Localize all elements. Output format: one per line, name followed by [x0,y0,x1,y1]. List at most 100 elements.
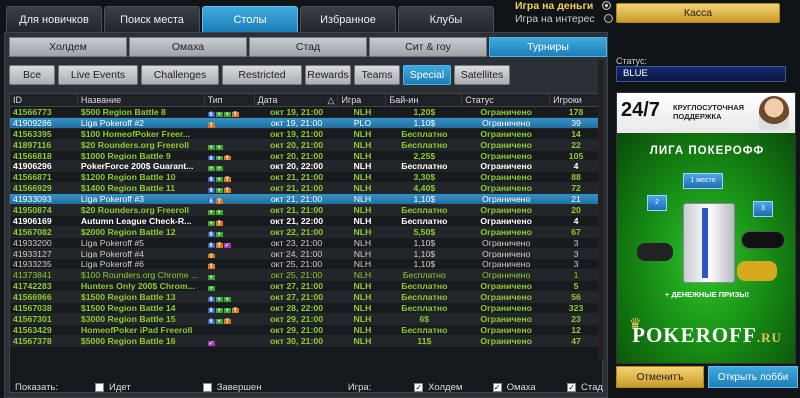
cell-date: окт 27, 21:00 [270,292,324,303]
table-row[interactable]: 41933093 Liga Pokeroff #3 6 Tокт 21, 21:00 N… [10,194,602,206]
cell-date: окт 23, 21:00 [270,237,323,248]
table-row[interactable]: 41567301 $3000 Region Battle 15 6 + Tокт 29,… [10,313,602,325]
cell-game: NLH [353,303,372,313]
filter-5[interactable]: Teams [354,65,400,85]
finished-checkbox[interactable] [202,382,212,392]
col-players[interactable]: Игроки [550,94,602,106]
game-tab-1[interactable]: Омаха [129,37,247,57]
top-tab-0[interactable]: Для новичков [6,6,102,32]
cell-name: $1400 Region Battle 11 [80,183,176,194]
omaha-checkbox[interactable]: ✓ [492,382,502,392]
filter-4[interactable]: Rewards [305,65,351,85]
cancel-button[interactable]: Отменитъ [616,366,704,388]
cell-buyin: 2,25$ [413,150,436,161]
top-tab-1[interactable]: Поиск места [104,6,200,32]
table-row[interactable]: 41566773 $500 Region Battle 8 6 + + Tокт 19, … [10,107,602,118]
filter-6[interactable]: Special [403,65,451,85]
game-tab-4[interactable]: Турниры [489,37,607,57]
cell-game: NLH [353,194,372,205]
col-date[interactable]: Дата △ [255,94,339,106]
cashier-button[interactable]: Касса [616,3,780,23]
table-row[interactable]: 41566871 $1200 Region Battle 10 6 + Tокт 21,… [10,172,602,184]
game-tabs: Холдем Омаха Стад Сит & гоу Турниры [9,37,607,57]
table-row[interactable]: 41373841 $100 Rounders.org Chrome ... + окт… [10,270,602,282]
rebuy-icon: + [215,308,223,313]
running-checkbox[interactable] [95,382,105,392]
table-row[interactable]: 41566818 $1000 Region Battle 9 6 + Tокт 20, … [10,150,602,162]
rebuy-icon: + [215,166,223,172]
game-tab-2[interactable]: Стад [249,37,367,57]
table-row[interactable]: 41906169 Autumn League Check-R... + Tокт 21… [10,215,602,227]
cell-status: Ограничено [480,172,532,183]
cell-game: NLH [353,248,372,259]
top-tab-3[interactable]: Избранное [300,6,396,32]
col-buyin[interactable]: Бай-ин [386,94,463,106]
cell-status: Ограничено [482,270,531,281]
type-icons: 6 + + T [205,303,255,313]
stud-checkbox[interactable]: ✓ [567,382,577,392]
right-sidebar: Касса Статус: BLUE 24/7 КРУГЛОСУТОЧНАЯ П… [612,0,800,398]
table-row[interactable]: 41906296 PokerForce 200$ Guarant... + + окт … [10,161,602,173]
cell-players: 67 [571,226,581,237]
col-status[interactable]: Статус [462,94,551,106]
knockout-icon: ✓ [223,242,231,248]
holdem-checkbox[interactable]: ✓ [414,382,424,392]
filter-7[interactable]: Satellites [454,65,510,85]
filter-2[interactable]: Challenges [141,65,219,85]
table-row[interactable]: 41950874 $20 Rounders.org Freeroll + + окт 2… [10,205,602,216]
filter-1[interactable]: Live Events [58,65,138,85]
table-row[interactable]: 41563429 HomeofPoker iPad Freeroll окт 29,… [10,324,602,336]
table-row[interactable]: 41566966 $1500 Region Battle 13 6 + + окт 27,… [10,292,602,304]
radio-real-icon[interactable] [602,1,612,10]
table-row[interactable]: 41742283 Hunters Only 200$ Chrom... + окт 2… [10,281,602,293]
table-row[interactable]: 41567378 $5000 Region Battle 16 ✓ окт 30, 2… [10,335,602,347]
promo-banner[interactable]: 24/7 КРУГЛОСУТОЧНАЯ ПОДДЕРЖКА ЛИГА ПОКЕР… [616,92,796,364]
game-tab-3[interactable]: Сит & гоу [369,37,487,57]
top-tab-4[interactable]: Клубы [398,6,494,32]
cell-buyin: 1,10$ [413,259,436,270]
table-row[interactable]: 41567038 $1500 Region Battle 14 6 + + Tокт 28… [10,303,602,314]
mode-play-money[interactable]: Игра на интерес [515,13,613,25]
cell-game: NLH [353,324,372,335]
type-icons [205,325,255,335]
rebuy-icon: + [207,144,215,150]
table-row[interactable]: 41933127 Liga Pokeroff #4 Tокт 24, 21:00 NL… [10,248,602,260]
cell-players: 178 [568,107,584,117]
rebuy-icon: + [215,318,223,324]
table-scrollbar[interactable] [598,60,604,360]
prize-3-badge: 3 [753,201,773,217]
table-row[interactable]: 41567082 $2000 Region Battle 12 6 + окт 22, … [10,226,602,238]
turbo-icon: T [231,112,239,117]
table-row[interactable]: 41566929 $1400 Region Battle 11 6 + Tокт 21,… [10,183,602,195]
mode-real-money[interactable]: Игра на деньги [515,0,612,12]
table-row[interactable]: 41563395 $100 HomeofPoker Freer... окт 19,… [10,128,602,140]
table-body: 41566773 $500 Region Battle 8 6 + + Tокт 19, … [10,107,602,347]
table-row[interactable]: 41909286 Liga Pokeroff #2 Tокт 19, 21:00 PL… [10,117,602,129]
game-tab-0[interactable]: Холдем [9,37,127,57]
col-game[interactable]: Игра [338,94,387,106]
cell-id: 41563395 [13,128,52,139]
open-lobby-button[interactable]: Открыть лобби [708,366,798,388]
filter-3[interactable]: Restricted [222,65,302,85]
table-row[interactable]: 41897116 $20 Rounders.org Freeroll + + окт 2… [10,139,602,151]
cell-game: NLH [353,215,372,226]
table-row[interactable]: 41933200 Liga Pokeroff #5 6 T ✓ окт 23, 21:00… [10,237,602,249]
cell-status: Ограничено [480,292,532,303]
col-name[interactable]: Название [78,94,205,106]
col-id[interactable]: ID [10,94,78,106]
cell-status: Ограничено [480,324,532,335]
rebuy-icon: + [215,188,223,194]
turbo-icon: T [215,199,223,205]
filter-0[interactable]: Все [9,65,55,85]
table-footer: Показать: Идет Завершен Игра: ✓ Холдем ✓… [9,379,603,395]
cell-game: NLH [353,237,372,248]
table-row[interactable]: 41933235 Liga Pokeroff #6 Tокт 25, 21:00 NL… [10,259,602,271]
top-tab-2[interactable]: Столы [202,6,298,32]
poker-lobby-window: Для новичков Поиск места Столы Избранное Клу… [0,0,800,398]
table-header: ID Название Тип Дата △ Игра Бай-ин Статус… [10,94,602,107]
cell-name: $3000 Region Battle 15 [80,313,176,324]
finished-label: Завершен [216,381,262,393]
rebuy-icon: + [207,286,215,292]
cell-id: 41897116 [13,139,52,150]
col-type[interactable]: Тип [205,94,255,106]
